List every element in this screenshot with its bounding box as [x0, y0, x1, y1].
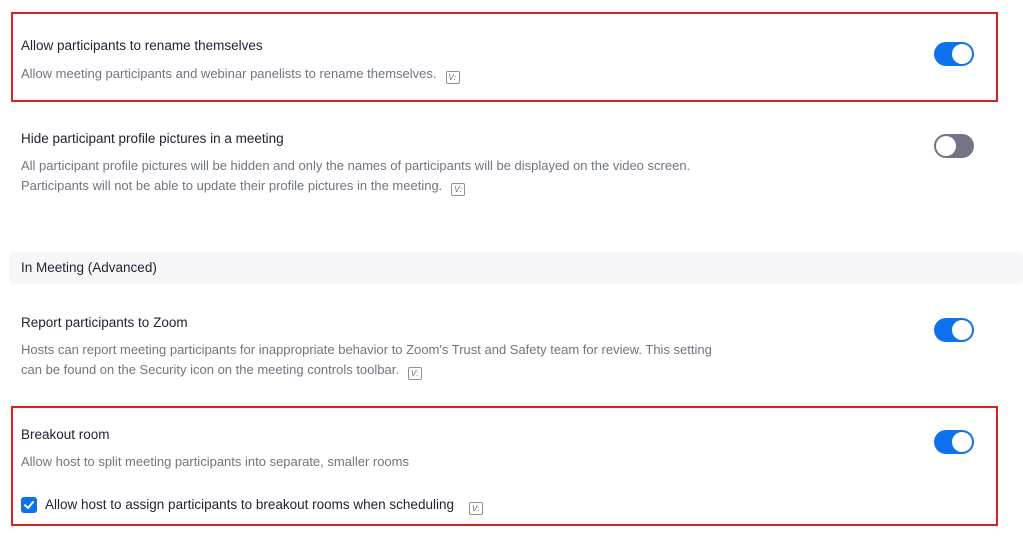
section-header: In Meeting (Advanced)	[9, 252, 1023, 284]
section-title: In Meeting (Advanced)	[21, 260, 157, 275]
toggle-rename[interactable]	[934, 42, 974, 66]
version-info-icon[interactable]: V:	[468, 502, 483, 515]
version-info-icon[interactable]: V:	[451, 183, 466, 196]
setting-desc-report-participants-text: Hosts can report meeting participants fo…	[21, 342, 712, 377]
setting-desc-rename-text: Allow meeting participants and webinar p…	[21, 66, 437, 81]
setting-title-report-participants: Report participants to Zoom	[21, 315, 188, 330]
version-info-icon[interactable]: V:	[445, 71, 460, 84]
setting-title-rename: Allow participants to rename themselves	[21, 38, 263, 53]
setting-desc-rename: Allow meeting participants and webinar p…	[21, 64, 721, 84]
setting-desc-hide-profile-pictures: All participant profile pictures will be…	[21, 156, 701, 196]
checkmark-icon	[24, 501, 34, 509]
assign-breakout-label[interactable]: Allow host to assign participants to bre…	[45, 497, 483, 515]
toggle-report-participants[interactable]	[934, 318, 974, 342]
setting-desc-hide-profile-pictures-text: All participant profile pictures will be…	[21, 158, 691, 193]
assign-breakout-label-text: Allow host to assign participants to bre…	[45, 497, 454, 512]
toggle-knob	[952, 44, 972, 64]
setting-title-hide-profile-pictures: Hide participant profile pictures in a m…	[21, 131, 284, 146]
assign-breakout-checkbox[interactable]	[21, 497, 37, 513]
toggle-knob	[952, 320, 972, 340]
highlight-box-rename	[11, 12, 998, 102]
setting-title-breakout-room: Breakout room	[21, 427, 110, 442]
setting-desc-report-participants: Hosts can report meeting participants fo…	[21, 340, 721, 380]
setting-desc-breakout-room: Allow host to split meeting participants…	[21, 454, 410, 469]
toggle-knob	[952, 432, 972, 452]
version-info-icon[interactable]: V:	[407, 367, 422, 380]
toggle-knob	[936, 136, 956, 156]
toggle-breakout-room[interactable]	[934, 430, 974, 454]
toggle-hide-profile-pictures[interactable]	[934, 134, 974, 158]
